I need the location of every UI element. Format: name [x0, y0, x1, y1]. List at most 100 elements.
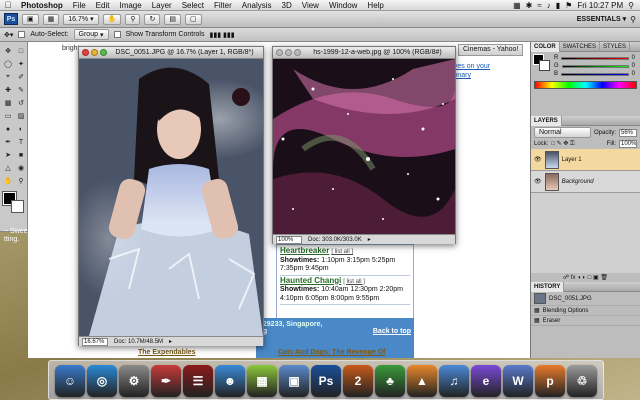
- blue-slider[interactable]: [561, 72, 629, 76]
- menu-window[interactable]: Window: [324, 1, 362, 10]
- volume-icon[interactable]: ♪: [547, 1, 551, 10]
- document-size-info[interactable]: Doc: 303.0K/303.0K: [308, 237, 362, 243]
- tab-history[interactable]: HISTORY: [531, 281, 565, 292]
- background-color-swatch[interactable]: [11, 200, 24, 213]
- shape-tool-icon[interactable]: ■: [15, 149, 27, 161]
- brush-tool-icon[interactable]: ✎: [15, 84, 27, 96]
- layer-name[interactable]: Layer 1: [562, 157, 582, 163]
- minimize-button[interactable]: [91, 49, 98, 56]
- dock-icon-safari[interactable]: ◎: [87, 365, 117, 397]
- dock-icon-theater[interactable]: ☰: [183, 365, 213, 397]
- list-all-link[interactable]: [ list all ]: [331, 249, 353, 255]
- layer-name[interactable]: Background: [562, 179, 594, 185]
- color-swatches[interactable]: [2, 191, 25, 214]
- history-brush-icon[interactable]: ↺: [15, 97, 27, 109]
- channel-value[interactable]: 0: [632, 63, 635, 69]
- battery-icon[interactable]: ▮: [556, 1, 560, 10]
- tab-styles[interactable]: STYLES: [600, 41, 631, 52]
- document-canvas-nebula[interactable]: [273, 59, 455, 234]
- web-link-2[interactable]: yonary: [450, 71, 490, 80]
- menu-help[interactable]: Help: [362, 1, 388, 10]
- screen-mode-button[interactable]: ▢: [184, 13, 202, 25]
- red-slider[interactable]: [561, 56, 629, 60]
- movie-link[interactable]: Heartbreaker: [280, 246, 329, 255]
- zoom-tool-button[interactable]: ⚲: [125, 13, 141, 25]
- tab-color[interactable]: COLOR: [531, 41, 560, 52]
- rotate-view-button[interactable]: ↻: [144, 13, 161, 25]
- zoom-button[interactable]: [294, 49, 301, 56]
- dock-icon-photoshop[interactable]: Ps: [311, 365, 341, 397]
- bridge-button[interactable]: ▣: [22, 13, 39, 25]
- web-link-1[interactable]: eyes on your: [450, 62, 490, 71]
- close-button[interactable]: [276, 49, 283, 56]
- hand-tool-button[interactable]: ✋: [102, 13, 122, 25]
- dock-icon-calculator[interactable]: ▦: [247, 365, 277, 397]
- document-size-info[interactable]: Doc: 10.7M/48.5M: [114, 339, 163, 345]
- layer-row-layer1[interactable]: 👁 Layer 1: [531, 149, 640, 171]
- marquee-tool-icon[interactable]: □: [15, 45, 27, 57]
- dodge-tool-icon[interactable]: ◐: [15, 123, 27, 135]
- minimize-button[interactable]: [285, 49, 292, 56]
- snapshot-name[interactable]: DSC_0051.JPG: [549, 296, 592, 302]
- dock-icon-vlc[interactable]: ▲: [407, 365, 437, 397]
- spotlight-icon[interactable]: ⚲: [628, 1, 634, 10]
- zoom-level-dropdown[interactable]: 16.7% ▾: [63, 13, 99, 25]
- dock-icon-system-preferences[interactable]: ⚙: [119, 365, 149, 397]
- dock-icon-preview[interactable]: ▣: [279, 365, 309, 397]
- show-transform-checkbox[interactable]: [113, 31, 121, 38]
- dock-icon-itunes[interactable]: ♫: [439, 365, 469, 397]
- document-zoom-field[interactable]: 100%: [276, 235, 302, 244]
- quick-select-tool-icon[interactable]: ✦: [15, 58, 27, 70]
- channel-value[interactable]: 0: [632, 71, 635, 77]
- 3d-orbit-icon[interactable]: ◉: [15, 162, 27, 174]
- history-item[interactable]: ▦ Blending Options: [531, 306, 640, 316]
- back-to-top-link[interactable]: Back to top: [373, 328, 411, 335]
- align-icons[interactable]: ▮▮▮ ▮▮▮: [210, 31, 235, 39]
- gradient-tool-icon[interactable]: ▨: [15, 110, 27, 122]
- search-icon[interactable]: ⚲: [630, 15, 636, 24]
- dock-icon-e[interactable]: e: [471, 365, 501, 397]
- arrange-documents-button[interactable]: ▤: [164, 13, 181, 25]
- status-arrow-icon[interactable]: ▸: [169, 338, 172, 345]
- healing-brush-icon[interactable]: ✚: [2, 84, 14, 96]
- movie-link[interactable]: Haunted Changi: [280, 276, 341, 285]
- tab-swatches[interactable]: SWATCHES: [560, 41, 601, 52]
- menu-3d[interactable]: 3D: [277, 1, 297, 10]
- path-select-icon[interactable]: ➤: [2, 149, 14, 161]
- document-zoom-field[interactable]: 16.67%: [82, 337, 108, 346]
- eyedropper-tool-icon[interactable]: ✐: [15, 71, 27, 83]
- document-window-portrait[interactable]: DSC_0051.JPG @ 16.7% (Layer 1, RGB/8*) 1…: [78, 46, 264, 346]
- tab-layers[interactable]: LAYERS: [531, 115, 562, 126]
- clone-stamp-icon[interactable]: ▩: [2, 97, 14, 109]
- history-snapshot[interactable]: DSC_0051.JPG: [531, 292, 640, 306]
- menu-layer[interactable]: Layer: [147, 1, 177, 10]
- history-item-label[interactable]: Blending Options: [543, 308, 589, 314]
- menu-app-name[interactable]: Photoshop: [16, 1, 68, 10]
- flag-icon[interactable]: ⚑: [565, 1, 572, 10]
- apple-icon[interactable]: : [0, 0, 16, 10]
- menu-filter[interactable]: Filter: [209, 1, 237, 10]
- blur-tool-icon[interactable]: ●: [2, 123, 14, 135]
- blend-mode-dropdown[interactable]: Normal: [534, 127, 591, 138]
- list-all-link[interactable]: [ list all ]: [343, 279, 365, 285]
- dock-icon-gift[interactable]: ✒: [151, 365, 181, 397]
- dock-icon-plant[interactable]: ♣: [375, 365, 405, 397]
- eraser-tool-icon[interactable]: ▭: [2, 110, 14, 122]
- auto-select-checkbox[interactable]: [18, 31, 26, 38]
- dock-icon-game[interactable]: 2: [343, 365, 373, 397]
- history-item-label[interactable]: Eraser: [543, 318, 561, 324]
- lasso-tool-icon[interactable]: ◯: [2, 58, 14, 70]
- clock-text[interactable]: Fri 10:27 PM: [577, 1, 623, 10]
- bluetooth-icon[interactable]: ✱: [526, 1, 533, 10]
- status-arrow-icon[interactable]: ▸: [368, 236, 371, 243]
- document-canvas-portrait[interactable]: [79, 59, 263, 336]
- dock-icon-trash[interactable]: ♲: [567, 365, 597, 397]
- dock-icon-ichat[interactable]: ☻: [215, 365, 245, 397]
- fill-field[interactable]: 100%: [619, 140, 637, 148]
- color-spectrum[interactable]: [534, 81, 637, 89]
- menu-image[interactable]: Image: [114, 1, 146, 10]
- browser-tab-cinemas[interactable]: Cinemas - Yahoo!: [458, 44, 524, 56]
- type-tool-icon[interactable]: T: [15, 136, 27, 148]
- wifi-icon[interactable]: ≈: [537, 1, 541, 10]
- hand-tool-icon[interactable]: ✋: [2, 175, 14, 187]
